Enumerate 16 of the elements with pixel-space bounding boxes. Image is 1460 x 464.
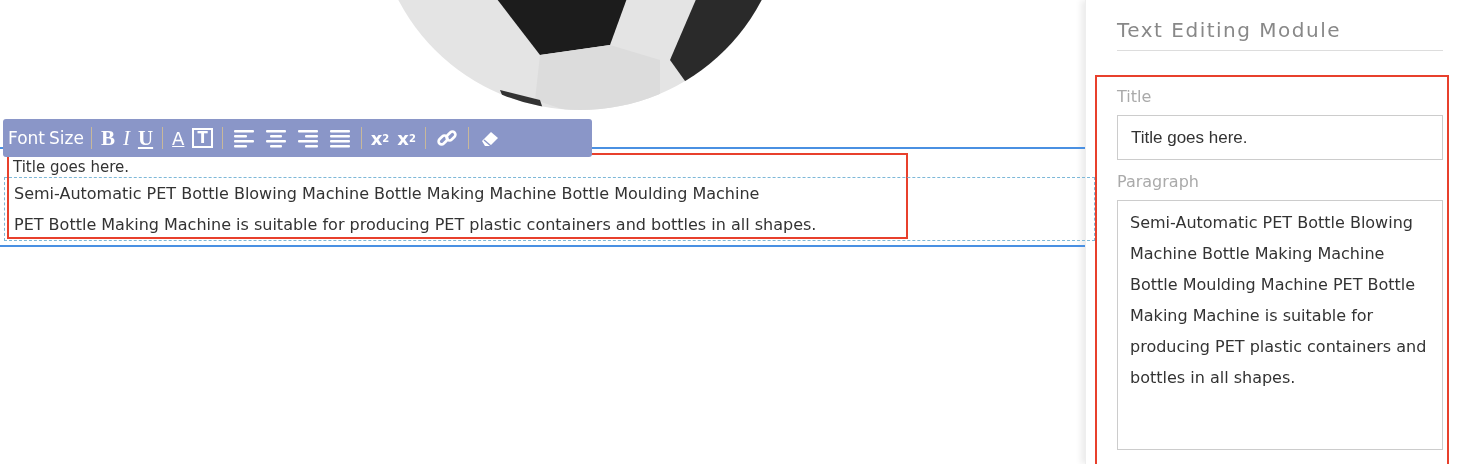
toolbar-button[interactable]: Size [48, 128, 85, 148]
toolbar-button[interactable]: Font [7, 128, 46, 148]
panel-heading: Text Editing Module [1117, 18, 1443, 51]
bold-button[interactable]: B [97, 125, 118, 151]
italic-button[interactable]: I [119, 125, 133, 151]
field-label: Title [1117, 87, 1153, 106]
title-field[interactable]: Title goes here. [1117, 115, 1443, 160]
paragraph-field[interactable]: Semi-Automatic PET Bottle Blowing Machine Bottle Making Machine Bottle Moulding Machine PET Bottle Making Machine is suitable for producing PET plastic containers and bottles in all shapes. [1117, 200, 1443, 450]
title-text: Title goes here. [13, 157, 130, 175]
script-button[interactable]: x$^{2}$ [367, 127, 393, 149]
paragraph-line: PET Bottle Making Machine is suitable for producing PET plastic containers and bottles in all shapes. [14, 214, 818, 236]
underline-button[interactable]: U [134, 125, 157, 151]
field-label: Paragraph [1117, 172, 1200, 191]
font-color-button[interactable]: A [169, 127, 188, 149]
text-box-button[interactable]: T [192, 128, 213, 148]
paragraph-line: Semi-Automatic PET Bottle Blowing Machine Bottle Making Machine Bottle Moulding Machine [14, 183, 761, 205]
